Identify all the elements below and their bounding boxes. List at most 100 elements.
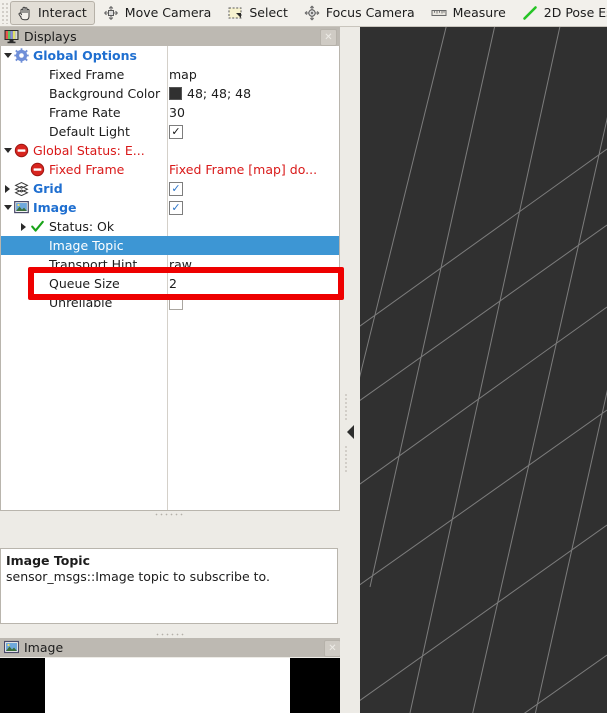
tree-desc-splitter[interactable] <box>0 511 338 517</box>
tree-row-name-cell: Background Color <box>1 84 167 103</box>
tree-row-label: Unreliable <box>49 295 113 310</box>
enable-checkbox[interactable] <box>169 295 183 310</box>
tree-row-global-options[interactable]: Global Options <box>1 46 339 65</box>
tool-measure-label: Measure <box>452 5 506 20</box>
hand-cursor-icon <box>18 6 30 21</box>
tool-focus-camera[interactable]: Focus Camera <box>298 1 423 25</box>
tree-row-value-cell[interactable]: raw <box>169 255 337 274</box>
tree-row-value-cell[interactable]: ✓ <box>169 198 337 217</box>
display-monitor-icon <box>4 30 19 44</box>
displays-tree[interactable]: Global Options Fixed Frame map Background C… <box>0 46 340 511</box>
tree-row-frame-rate[interactable]: Frame Rate 30 <box>1 103 339 122</box>
chevron-right-icon <box>5 184 10 193</box>
tree-row-value-cell[interactable]: 30 <box>169 103 337 122</box>
tree-row-value-cell[interactable]: ✓ <box>169 179 337 198</box>
tree-row-name-cell: Unreliable <box>1 293 167 312</box>
description-body: sensor_msgs::Image topic to subscribe to… <box>6 569 270 584</box>
chevron-down-icon[interactable] <box>1 46 14 65</box>
ok-check-icon <box>31 220 44 232</box>
displays-close-button[interactable]: ✕ <box>320 29 337 46</box>
tree-row-label: Queue Size <box>49 276 120 291</box>
gear-icon <box>14 48 29 63</box>
tool-interact[interactable]: Interact <box>10 1 95 25</box>
tree-row-label: Fixed Frame <box>49 67 125 82</box>
twisty-placeholder <box>17 122 30 141</box>
image-close-button[interactable]: ✕ <box>324 640 341 657</box>
grid-icon <box>14 182 29 196</box>
tool-measure[interactable]: Measure <box>425 1 514 25</box>
tree-row-status-ok[interactable]: Status: Ok <box>1 217 339 236</box>
tree-row-value-cell[interactable] <box>169 236 337 255</box>
collapse-left-button[interactable] <box>346 425 354 439</box>
twisty-placeholder <box>17 293 30 312</box>
tree-row-background-color[interactable]: Background Color 48; 48; 48 <box>1 84 339 103</box>
tree-row-value-cell[interactable] <box>169 293 337 312</box>
tree-row-label: Grid <box>33 181 63 196</box>
tool-select[interactable]: Select <box>221 1 296 25</box>
tree-row-label: Image <box>33 200 77 215</box>
tree-row-image-topic[interactable]: Image Topic <box>1 236 339 255</box>
tree-row-default-light[interactable]: Default Light ✓ <box>1 122 339 141</box>
enable-checkbox[interactable]: ✓ <box>169 200 183 215</box>
tree-row-queue-size[interactable]: Queue Size 2 <box>1 274 339 293</box>
image-dock-splitter[interactable] <box>0 631 340 638</box>
image-icon <box>14 201 29 214</box>
tool-move-camera-label: Move Camera <box>124 5 212 20</box>
tree-row-label: Status: Ok <box>49 219 115 234</box>
ruler-icon <box>431 10 447 16</box>
tree-row-name-cell: Fixed Frame <box>1 160 167 179</box>
tree-row-image[interactable]: Image ✓ <box>1 198 339 217</box>
no-icon <box>30 257 45 272</box>
tree-row-fixed-frame[interactable]: Fixed Frame Fixed Frame [map] do... <box>1 160 339 179</box>
twisty-placeholder <box>17 84 30 103</box>
tree-row-value-cell[interactable]: 2 <box>169 274 337 293</box>
no-icon <box>30 276 45 291</box>
displays-title-bar: Displays ✕ <box>0 27 340 46</box>
twisty-placeholder <box>17 65 30 84</box>
tree-row-grid[interactable]: Grid ✓ <box>1 179 339 198</box>
tree-row-value-cell[interactable]: map <box>169 65 337 84</box>
tree-row-value-cell[interactable]: 48; 48; 48 <box>169 84 337 103</box>
twisty-placeholder <box>17 236 30 255</box>
tree-row-value-cell[interactable] <box>169 217 337 236</box>
tree-row-label: Global Options <box>33 48 137 63</box>
tree-row-fixed-frame[interactable]: Fixed Frame map <box>1 65 339 84</box>
tool-focus-camera-label: Focus Camera <box>325 5 415 20</box>
tree-row-unreliable[interactable]: Unreliable <box>1 293 339 312</box>
toolbar-drag-handle[interactable] <box>1 2 9 24</box>
tree-row-value-cell[interactable] <box>169 46 337 65</box>
tool-move-camera[interactable]: Move Camera <box>97 1 220 25</box>
tree-row-value-cell[interactable]: ✓ <box>169 122 337 141</box>
tree-row-value: 2 <box>169 276 177 291</box>
tree-row-value: raw <box>169 257 193 272</box>
tree-row-value-cell[interactable]: Fixed Frame [map] do... <box>169 160 337 179</box>
tree-row-name-cell: Default Light <box>1 122 167 141</box>
image-icon <box>4 640 19 654</box>
tree-row-value: 30 <box>169 105 185 120</box>
tree-row-name-cell: Image Topic <box>1 236 167 255</box>
description-title: Image Topic <box>6 553 90 568</box>
twisty-placeholder <box>17 160 30 179</box>
twisty-placeholder <box>17 274 30 293</box>
chevron-down-icon[interactable] <box>1 141 14 160</box>
tree-row-name-cell: Image <box>1 198 167 217</box>
tree-row-global-status-e[interactable]: Global Status: E... <box>1 141 339 160</box>
chevron-right-icon[interactable] <box>1 179 14 198</box>
tool-interact-label: Interact <box>38 5 87 20</box>
splitter-grip-dots <box>154 512 184 516</box>
chevron-down-icon <box>3 205 12 210</box>
3d-render-view[interactable] <box>360 27 607 713</box>
tree-row-transport-hint[interactable]: Transport Hint raw <box>1 255 339 274</box>
enable-checkbox[interactable]: ✓ <box>169 124 183 139</box>
twisty-placeholder <box>17 103 30 122</box>
render-background <box>360 27 607 713</box>
splitter-grip-dots <box>155 633 185 636</box>
chevron-right-icon[interactable] <box>17 217 30 236</box>
tool-2d-pose-estimate[interactable]: 2D Pose Estima <box>516 1 607 25</box>
no-icon <box>30 105 45 120</box>
chevron-down-icon[interactable] <box>1 198 14 217</box>
view-collapse-gutter[interactable] <box>340 27 360 713</box>
enable-checkbox[interactable]: ✓ <box>169 181 183 196</box>
tree-row-value-cell[interactable] <box>169 141 337 160</box>
tree-row-name-cell: Global Status: E... <box>1 141 167 160</box>
